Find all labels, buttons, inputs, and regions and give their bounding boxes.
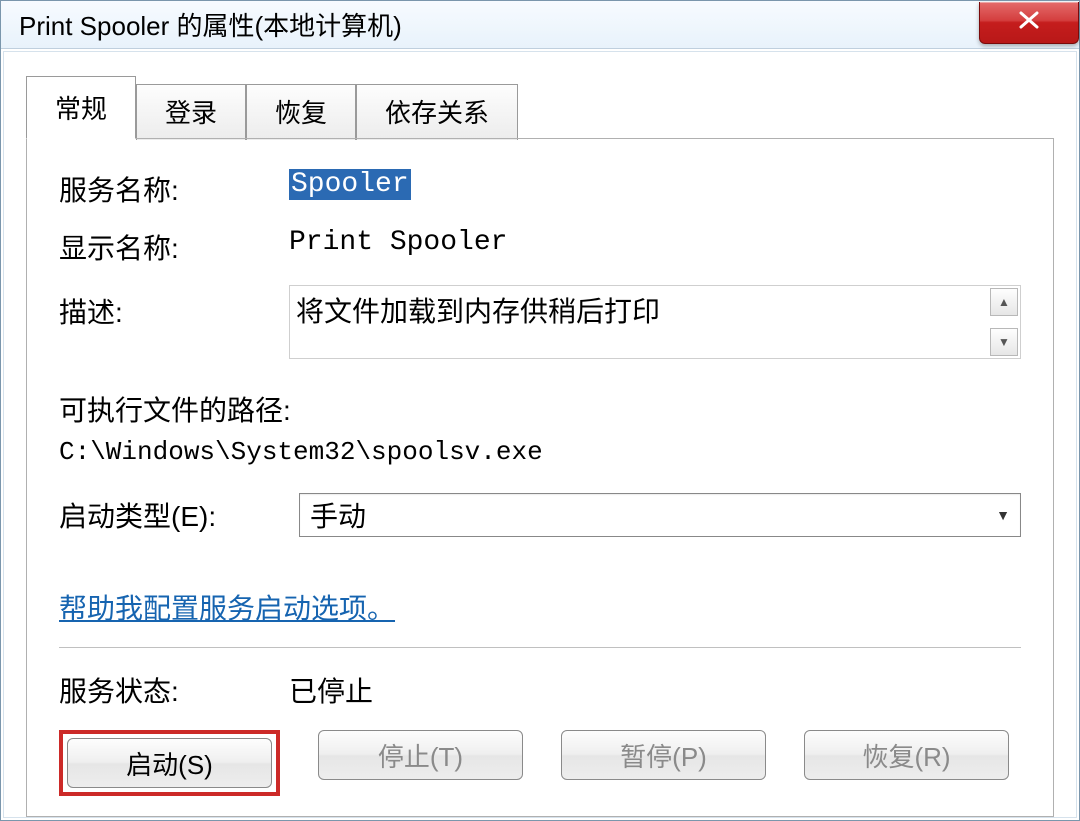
service-status-label: 服务状态: — [59, 670, 289, 710]
service-name-label: 服务名称: — [59, 169, 289, 209]
display-name-label: 显示名称: — [59, 227, 289, 267]
start-button-highlight: 启动(S) — [59, 730, 280, 796]
display-name-value: Print Spooler — [289, 227, 507, 258]
pause-button[interactable]: 暂停(P) — [561, 730, 766, 780]
startup-type-label: 启动类型(E): — [59, 495, 299, 535]
description-label: 描述: — [59, 285, 289, 331]
scroll-up-button[interactable]: ▲ — [990, 288, 1018, 316]
tab-recovery[interactable]: 恢复 — [246, 84, 356, 140]
start-button[interactable]: 启动(S) — [67, 738, 272, 788]
dropdown-arrow-icon: ▼ — [996, 507, 1010, 523]
resume-button[interactable]: 恢复(R) — [804, 730, 1009, 780]
tab-panel-general: 服务名称: Spooler 显示名称: Print Spooler 描述: 将文… — [26, 138, 1054, 817]
tab-strip: 常规 登录 恢复 依存关系 — [26, 76, 1054, 139]
divider — [59, 647, 1021, 648]
startup-type-dropdown[interactable]: 手动 ▼ — [299, 493, 1021, 537]
properties-dialog: Print Spooler 的属性(本地计算机) 常规 登录 恢复 依存关系 服… — [0, 0, 1080, 821]
close-icon — [1019, 9, 1039, 35]
chevron-down-icon: ▼ — [998, 335, 1010, 350]
service-status-value: 已停止 — [289, 670, 373, 710]
scroll-down-button[interactable]: ▼ — [990, 328, 1018, 356]
titlebar: Print Spooler 的属性(本地计算机) — [1, 1, 1079, 49]
window-title: Print Spooler 的属性(本地计算机) — [19, 6, 402, 43]
description-text: 将文件加载到内存供稍后打印 — [296, 297, 660, 328]
tab-general[interactable]: 常规 — [26, 76, 136, 139]
client-area: 常规 登录 恢复 依存关系 服务名称: Spooler 显示名称: Print … — [3, 51, 1077, 818]
service-name-value[interactable]: Spooler — [289, 169, 411, 200]
close-button[interactable] — [979, 2, 1079, 44]
exe-path-label: 可执行文件的路径: — [59, 389, 1021, 429]
stop-button[interactable]: 停止(T) — [318, 730, 523, 780]
service-control-buttons: 启动(S) 停止(T) 暂停(P) 恢复(R) — [59, 730, 1021, 796]
tab-logon[interactable]: 登录 — [136, 84, 246, 140]
description-box[interactable]: 将文件加载到内存供稍后打印 ▲ ▼ — [289, 285, 1021, 359]
description-scrollbar: ▲ ▼ — [990, 288, 1018, 356]
startup-type-value: 手动 — [310, 495, 366, 535]
exe-path-value: C:\Windows\System32\spoolsv.exe — [59, 437, 1021, 467]
tab-dependencies[interactable]: 依存关系 — [356, 84, 518, 140]
chevron-up-icon: ▲ — [998, 295, 1010, 310]
help-config-link[interactable]: 帮助我配置服务启动选项。 — [59, 587, 395, 627]
